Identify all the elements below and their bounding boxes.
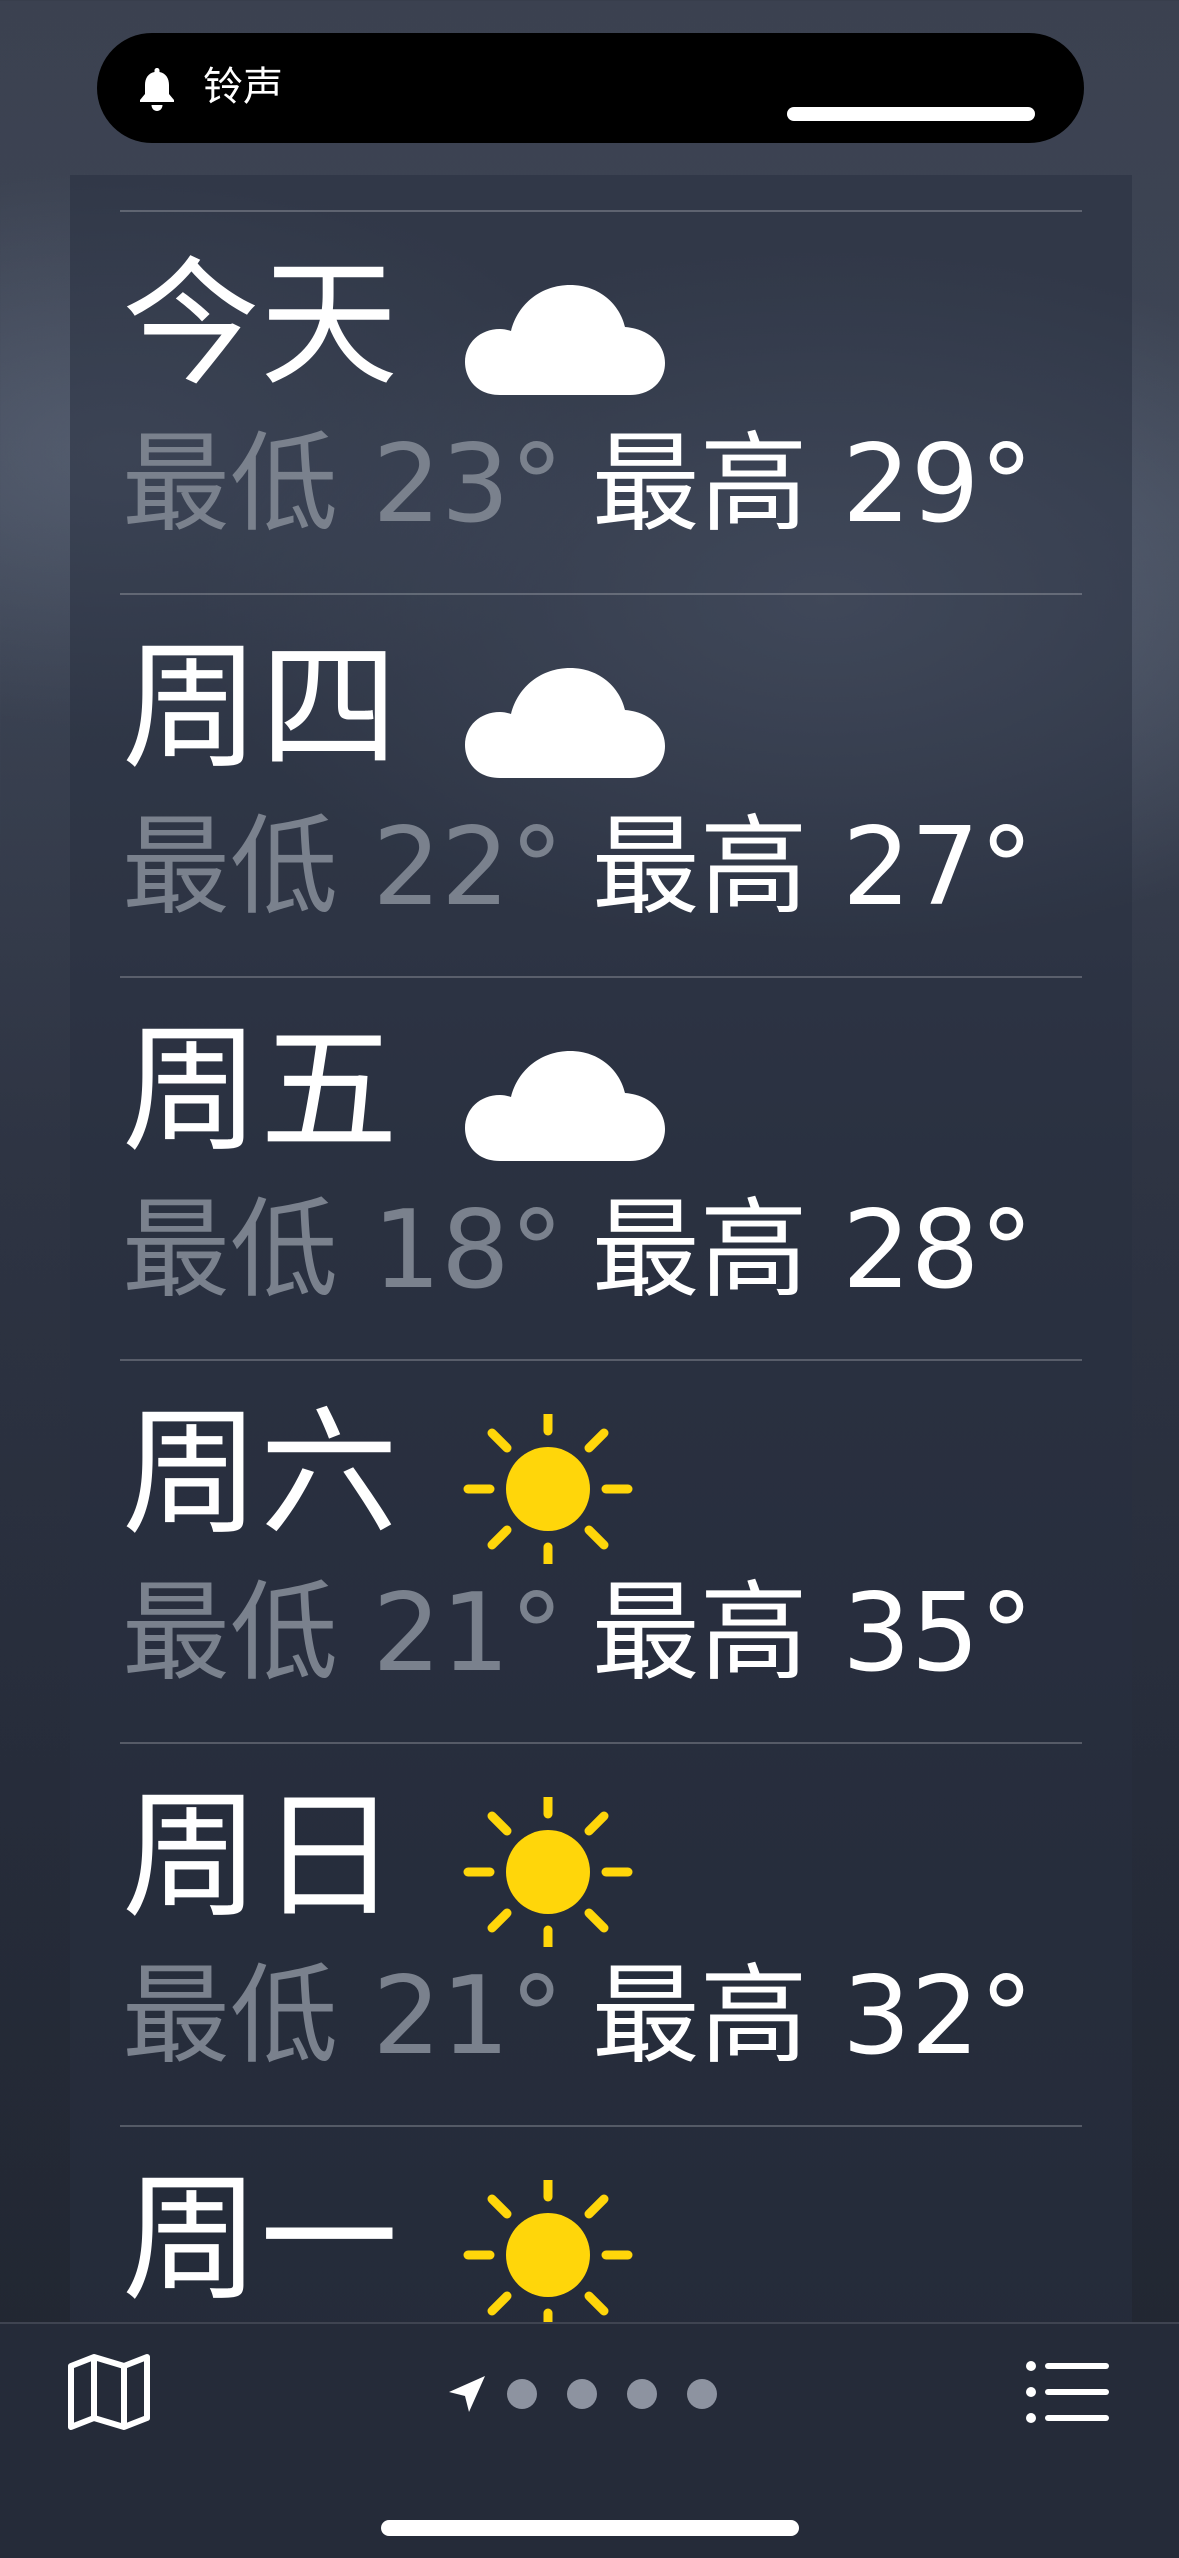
day-label: 周日	[122, 1776, 399, 1937]
temperature-range: 最低 18° 最高 28°	[122, 1191, 1034, 1311]
forecast-row-5: 周一	[70, 2125, 1132, 2330]
sun-icon	[463, 1797, 633, 1947]
page-dot[interactable]	[567, 2379, 597, 2409]
bottom-toolbar	[0, 2322, 1179, 2558]
cloud-icon	[465, 668, 665, 778]
sun-icon	[463, 1414, 633, 1564]
cloud-icon	[465, 1051, 665, 1161]
low-temp: 最低 21°	[122, 1571, 564, 1696]
day-label: 周六	[122, 1393, 399, 1554]
day-label: 周一	[122, 2159, 399, 2320]
page-dot[interactable]	[687, 2379, 717, 2409]
day-label: 周五	[122, 1010, 399, 1171]
day-label: 周四	[122, 627, 399, 788]
low-temp: 最低 21°	[122, 1954, 564, 2079]
high-temp: 最高 35°	[591, 1571, 1034, 1696]
day-label: 今天	[122, 244, 399, 405]
forecast-row-2: 周五 最低 18° 最高 28°	[70, 976, 1132, 1359]
page-dot[interactable]	[627, 2379, 657, 2409]
sun-icon	[463, 2180, 633, 2330]
bell-icon	[140, 68, 174, 111]
daily-forecast-panel[interactable]: 今天 最低 23° 最高 29° 周四 最低 22° 最高 27° 周五 最低 18…	[70, 175, 1132, 2330]
forecast-row-0: 今天 最低 23° 最高 29°	[70, 210, 1132, 593]
high-temp: 最高 28°	[591, 1188, 1034, 1313]
high-temp: 最高 29°	[591, 422, 1034, 547]
forecast-row-4: 周日 最低 21° 最高 32°	[70, 1742, 1132, 2125]
ringer-volume-bar[interactable]	[787, 107, 1035, 121]
temperature-range: 最低 22° 最高 27°	[122, 808, 1034, 928]
temperature-range: 最低 21° 最高 35°	[122, 1574, 1034, 1694]
ringer-label: 铃声	[203, 64, 283, 110]
ringer-banner: 铃声	[97, 33, 1084, 143]
high-temp: 最高 32°	[591, 1954, 1034, 2079]
location-arrow-icon[interactable]	[445, 2372, 489, 2416]
page-indicator[interactable]	[445, 2369, 747, 2419]
temperature-range: 最低 21° 最高 32°	[122, 1957, 1034, 2077]
cloud-icon	[465, 285, 665, 395]
low-temp: 最低 23°	[122, 422, 564, 547]
list-icon[interactable]	[1025, 2358, 1111, 2426]
map-icon[interactable]	[66, 2352, 152, 2432]
low-temp: 最低 22°	[122, 805, 564, 930]
high-temp: 最高 27°	[591, 805, 1034, 930]
page-dot[interactable]	[507, 2379, 537, 2409]
forecast-row-3: 周六 最低 21° 最高 35°	[70, 1359, 1132, 1742]
forecast-row-1: 周四 最低 22° 最高 27°	[70, 593, 1132, 976]
low-temp: 最低 18°	[122, 1188, 564, 1313]
temperature-range: 最低 23° 最高 29°	[122, 425, 1034, 545]
home-indicator[interactable]	[381, 2520, 799, 2536]
